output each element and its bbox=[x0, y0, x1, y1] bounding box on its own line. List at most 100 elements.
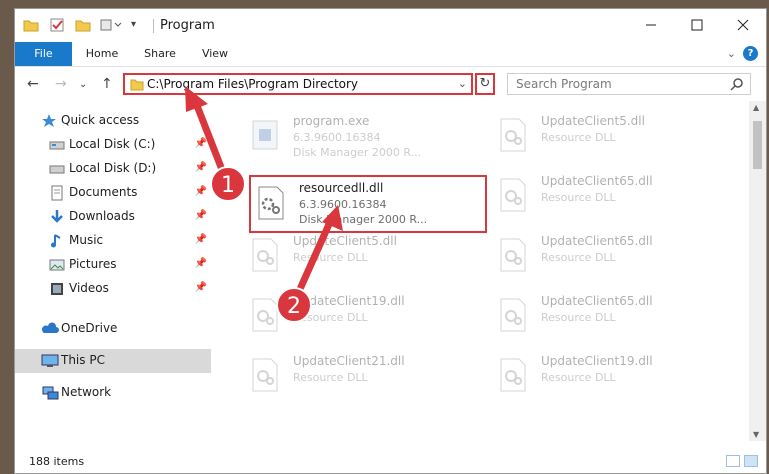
item-count: 188 items bbox=[29, 455, 85, 468]
tab-share[interactable]: Share bbox=[137, 42, 183, 66]
tab-file[interactable]: File bbox=[15, 42, 72, 66]
close-icon bbox=[737, 19, 749, 31]
sidebar-item-onedrive[interactable]: OneDrive bbox=[15, 317, 211, 341]
properties-icon[interactable] bbox=[49, 17, 65, 35]
sidebar-item-local-disk-c[interactable]: Local Disk (C:) 📌 bbox=[15, 133, 211, 157]
dll-icon bbox=[500, 238, 526, 272]
file-description: Disk Manager 2000 R... bbox=[293, 146, 422, 159]
dll-icon bbox=[252, 238, 278, 272]
computer-icon bbox=[41, 354, 59, 367]
pin-icon[interactable]: 📌 bbox=[195, 234, 207, 245]
file-type: Resource DLL bbox=[541, 191, 616, 204]
pictures-icon bbox=[49, 259, 65, 271]
sidebar-item-label: Network bbox=[61, 385, 112, 399]
back-icon[interactable]: ← bbox=[27, 76, 39, 92]
details-view-icon[interactable] bbox=[726, 455, 740, 467]
star-icon bbox=[42, 114, 56, 127]
sidebar-item-quick-access[interactable]: Quick access bbox=[15, 109, 211, 133]
tiles-view-icon[interactable] bbox=[744, 455, 758, 467]
recent-locations-icon[interactable]: ⌄ bbox=[79, 79, 87, 90]
sidebar-item-downloads[interactable]: Downloads 📌 bbox=[15, 205, 211, 229]
file-item[interactable]: UpdateClient65.dll Resource DLL bbox=[483, 169, 723, 223]
scrollbar-thumb[interactable] bbox=[753, 121, 762, 169]
sidebar-item-network[interactable]: Network bbox=[15, 381, 211, 405]
sidebar-item-videos[interactable]: Videos 📌 bbox=[15, 277, 211, 301]
address-dropdown-icon[interactable]: ⌄ bbox=[458, 77, 467, 90]
sidebar-item-pictures[interactable]: Pictures 📌 bbox=[15, 253, 211, 277]
file-item[interactable]: UpdateClient21.dll Resource DLL bbox=[235, 349, 475, 403]
scroll-up-icon[interactable]: ▲ bbox=[753, 103, 759, 112]
cloud-icon bbox=[41, 322, 59, 333]
file-name: UpdateClient65.dll bbox=[541, 294, 653, 308]
maximize-icon bbox=[691, 19, 703, 31]
sidebar-item-label: Documents bbox=[69, 185, 138, 199]
sidebar-item-music[interactable]: Music 📌 bbox=[15, 229, 211, 253]
help-icon[interactable]: ? bbox=[743, 46, 758, 61]
file-type: Resource DLL bbox=[541, 131, 616, 144]
file-item[interactable]: UpdateClient19.dll Resource DLL bbox=[235, 289, 475, 343]
tab-view[interactable]: View bbox=[195, 42, 235, 66]
navigation-pane: Quick access Local Disk (C:) 📌 Local Dis… bbox=[15, 101, 211, 441]
file-name: UpdateClient65.dll bbox=[541, 234, 653, 248]
dll-gear-icon bbox=[258, 186, 284, 220]
pin-icon[interactable]: 📌 bbox=[195, 162, 207, 173]
file-item[interactable]: program.exe 6.3.9600.16384 Disk Manager … bbox=[235, 109, 475, 163]
qa-dropdown-icon[interactable]: ▾ bbox=[131, 19, 136, 37]
sidebar-item-label: Videos bbox=[69, 281, 109, 295]
file-version: 6.3.9600.16384 bbox=[293, 131, 381, 144]
file-item-resourcedll[interactable]: resourcedll.dll 6.3.9600.16384 Disk Mana… bbox=[249, 175, 487, 233]
file-item[interactable]: UpdateClient5.dll Resource DLL bbox=[235, 229, 475, 283]
up-icon[interactable]: ↑ bbox=[101, 76, 113, 92]
close-button[interactable] bbox=[720, 9, 766, 41]
file-item[interactable]: UpdateClient65.dll Resource DLL bbox=[483, 289, 723, 343]
sidebar-item-documents[interactable]: Documents 📌 bbox=[15, 181, 211, 205]
maximize-button[interactable] bbox=[674, 9, 720, 41]
videos-icon bbox=[51, 283, 63, 295]
customize-icon[interactable] bbox=[99, 17, 123, 35]
dll-icon bbox=[500, 298, 526, 332]
file-type: Resource DLL bbox=[293, 311, 368, 324]
address-path: C:\Program Files\Program Directory bbox=[147, 77, 359, 91]
sidebar-item-this-pc[interactable]: This PC bbox=[15, 349, 211, 373]
sidebar-item-label: OneDrive bbox=[61, 321, 118, 335]
pin-icon[interactable]: 📌 bbox=[195, 282, 207, 293]
exe-icon bbox=[252, 120, 278, 150]
file-name: resourcedll.dll bbox=[299, 181, 384, 195]
file-list: program.exe 6.3.9600.16384 Disk Manager … bbox=[225, 101, 745, 441]
pin-icon[interactable]: 📌 bbox=[195, 210, 207, 221]
new-folder-icon[interactable] bbox=[75, 17, 91, 35]
pin-icon[interactable]: 📌 bbox=[195, 186, 207, 197]
sidebar-item-local-disk-d[interactable]: Local Disk (D:) 📌 bbox=[15, 157, 211, 181]
file-item[interactable]: UpdateClient19.dll Resource DLL bbox=[483, 349, 723, 403]
explorer-window: ▾ Program File Home Share View ⌄ ? ← → ⌄… bbox=[14, 8, 767, 474]
file-item[interactable]: UpdateClient65.dll Resource DLL bbox=[483, 229, 723, 283]
file-type: Resource DLL bbox=[293, 371, 368, 384]
file-name: UpdateClient65.dll bbox=[541, 174, 653, 188]
file-name: UpdateClient21.dll bbox=[293, 354, 405, 368]
tab-home[interactable]: Home bbox=[79, 42, 125, 66]
address-bar[interactable]: C:\Program Files\Program Directory ⌄ bbox=[123, 73, 473, 95]
pin-icon[interactable]: 📌 bbox=[195, 138, 207, 149]
file-item[interactable]: UpdateClient5.dll Resource DLL bbox=[483, 109, 723, 163]
vertical-scrollbar[interactable]: ▲ ▼ bbox=[749, 101, 766, 441]
download-icon bbox=[51, 210, 63, 223]
refresh-icon[interactable]: ↻ bbox=[475, 73, 495, 95]
sidebar-item-label: Downloads bbox=[69, 209, 135, 223]
sidebar-item-label: Local Disk (D:) bbox=[69, 161, 157, 175]
file-type: Resource DLL bbox=[541, 251, 616, 264]
sidebar-item-label: Pictures bbox=[69, 257, 117, 271]
ribbon-expand-icon[interactable]: ⌄ bbox=[727, 47, 736, 60]
search-box[interactable]: Search Program bbox=[507, 73, 751, 95]
search-input[interactable]: Search Program bbox=[516, 77, 612, 91]
minimize-button[interactable] bbox=[628, 9, 674, 41]
forward-icon[interactable]: → bbox=[55, 76, 67, 92]
pin-icon[interactable]: 📌 bbox=[195, 258, 207, 269]
file-name: UpdateClient5.dll bbox=[293, 234, 397, 248]
scroll-down-icon[interactable]: ▼ bbox=[753, 430, 759, 439]
file-name: program.exe bbox=[293, 114, 370, 128]
folder-icon[interactable] bbox=[23, 17, 39, 35]
drive-icon bbox=[49, 165, 65, 174]
dll-icon bbox=[252, 358, 278, 392]
status-bar: 188 items bbox=[15, 449, 766, 473]
sidebar-item-label: Local Disk (C:) bbox=[69, 137, 156, 151]
